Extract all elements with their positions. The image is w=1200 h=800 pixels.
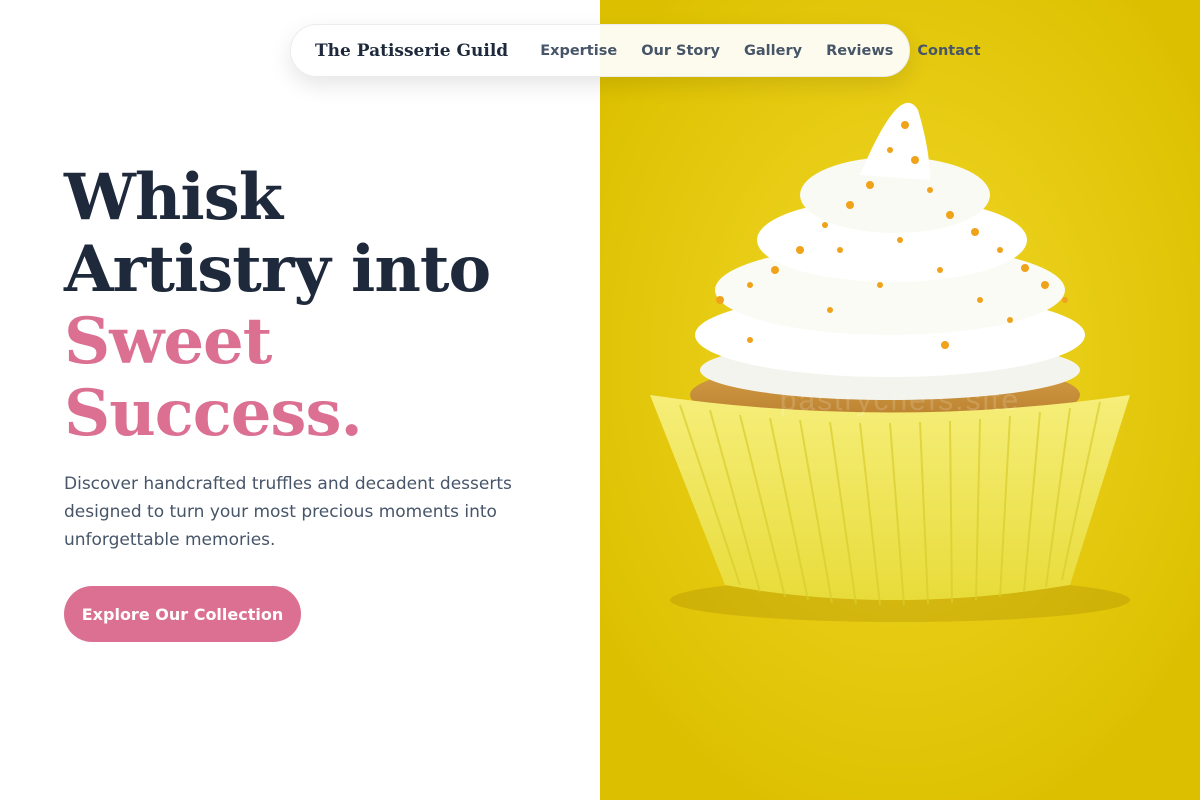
- headline-line-2: Artistry into: [64, 232, 491, 307]
- top-navigation: The Patisserie Guild Expertise Our Story…: [290, 24, 981, 77]
- hero-description: Discover handcrafted truffles and decade…: [64, 474, 512, 550]
- image-watermark: pastrychefs.site: [779, 384, 1021, 417]
- nav-link-reviews[interactable]: Reviews: [826, 43, 893, 59]
- nav-link-our-story[interactable]: Our Story: [641, 43, 720, 59]
- nav-links: Expertise Our Story Gallery Reviews Cont…: [540, 43, 980, 59]
- explore-collection-button[interactable]: Explore Our Collection: [64, 586, 301, 642]
- brand-logo-text[interactable]: The Patisserie Guild: [315, 41, 508, 61]
- hero-image-cupcake: pastrychefs.site: [600, 0, 1200, 800]
- headline-accent-line-2: Success.: [64, 376, 363, 451]
- nav-link-gallery[interactable]: Gallery: [744, 43, 802, 59]
- nav-link-contact[interactable]: Contact: [917, 43, 980, 59]
- nav-link-expertise[interactable]: Expertise: [540, 43, 617, 59]
- headline-line-1: Whisk: [64, 160, 283, 235]
- headline-accent-line-1: Sweet: [64, 304, 272, 379]
- hero-headline: Whisk Artistry into Sweet Success.: [64, 162, 584, 450]
